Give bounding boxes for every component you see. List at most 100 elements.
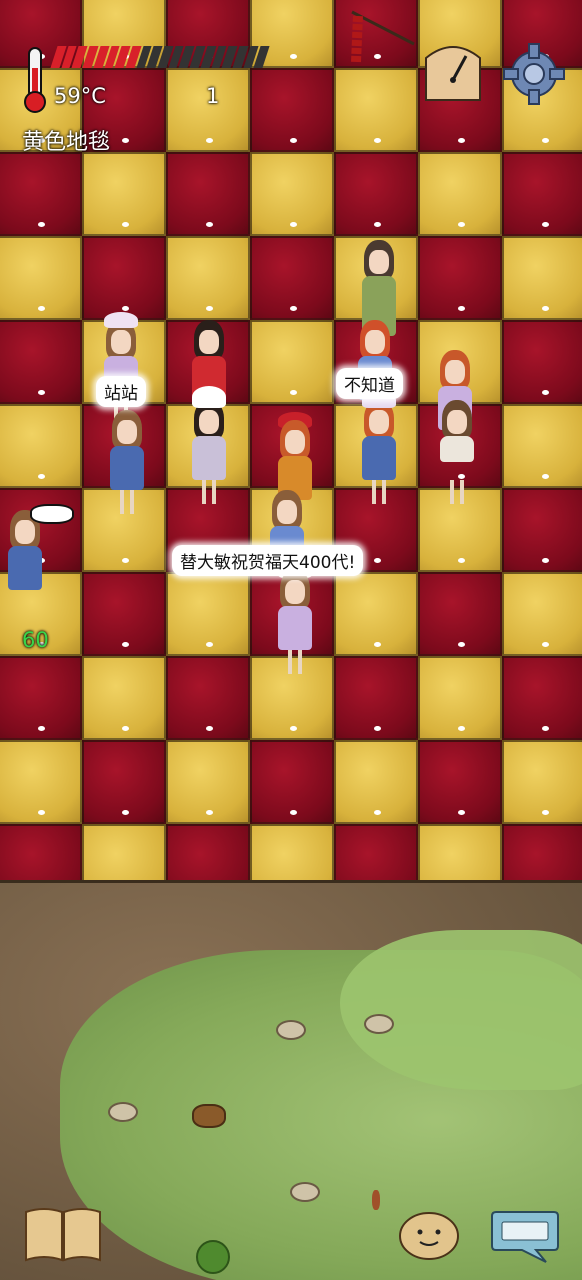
carpet-tile[interactable]: [334, 656, 418, 740]
carpet-tile[interactable]: [0, 740, 82, 824]
tile-marker: [206, 642, 213, 647]
book-icon[interactable]: [24, 1206, 102, 1262]
player-character[interactable]: [354, 392, 404, 510]
carpet-tile[interactable]: [82, 152, 166, 236]
firecracker-icon[interactable]: [346, 8, 416, 64]
player-character[interactable]: [432, 400, 482, 510]
carpet-tile[interactable]: [334, 68, 418, 152]
carpet-tile[interactable]: [0, 152, 82, 236]
player-character[interactable]: [270, 562, 320, 680]
carpet-tile[interactable]: [82, 572, 166, 656]
tile-marker: [542, 726, 549, 731]
carpet-tile[interactable]: [82, 740, 166, 824]
carpet-tile[interactable]: [502, 236, 582, 320]
carpet-tile[interactable]: [502, 404, 582, 488]
carpet-tile[interactable]: [502, 320, 582, 404]
carpet-tile[interactable]: [82, 236, 166, 320]
tile-marker: [290, 138, 297, 143]
carpet-tile[interactable]: [334, 572, 418, 656]
tile-marker: [458, 138, 465, 143]
carpet-tile[interactable]: [250, 740, 334, 824]
basket-item[interactable]: [192, 1104, 226, 1128]
location-label: 黄色地毯: [22, 130, 111, 155]
carpet-tile[interactable]: [334, 152, 418, 236]
player-character[interactable]: [102, 410, 152, 520]
carpet-tile[interactable]: [250, 152, 334, 236]
speech-bubble: 站站: [96, 376, 146, 407]
tile-marker: [290, 726, 297, 731]
berry-bush[interactable]: [196, 1240, 230, 1274]
tile-marker: [374, 726, 381, 731]
speech-bubble: 不知道: [336, 368, 403, 399]
carpet-tile[interactable]: [418, 656, 502, 740]
cow-animal[interactable]: [30, 504, 74, 524]
emote-face-icon[interactable]: [398, 1206, 460, 1260]
carpet-tile[interactable]: [82, 656, 166, 740]
carpet-tile[interactable]: [250, 320, 334, 404]
tile-marker: [542, 222, 549, 227]
tile-marker: [458, 306, 465, 311]
mouse-critter[interactable]: [290, 1182, 320, 1202]
carpet-tile[interactable]: [0, 656, 82, 740]
carpet-tile[interactable]: [0, 404, 82, 488]
carpet-tile[interactable]: [166, 572, 250, 656]
tile-marker: [206, 810, 213, 815]
carpet-tile[interactable]: [502, 740, 582, 824]
player-character[interactable]: [0, 510, 50, 620]
tile-marker: [542, 642, 549, 647]
tile-marker: [542, 390, 549, 395]
tile-marker: [206, 222, 213, 227]
carpet-tile[interactable]: [166, 236, 250, 320]
tile-marker: [122, 558, 129, 563]
tile-marker: [290, 306, 297, 311]
tile-marker: [122, 726, 129, 731]
tile-marker: [374, 558, 381, 563]
tile-marker: [374, 642, 381, 647]
carpet-tile[interactable]: [502, 152, 582, 236]
age-counter: 1: [206, 84, 220, 108]
game-world[interactable]: 站站 不知道 替大敏祝贺福天400代!: [0, 0, 582, 1280]
carpet-tile[interactable]: [250, 68, 334, 152]
tile-marker: [458, 642, 465, 647]
carpet-tile[interactable]: [418, 740, 502, 824]
carpet-tile[interactable]: [166, 68, 250, 152]
carpet-tile[interactable]: [418, 572, 502, 656]
carpet-tile[interactable]: [502, 656, 582, 740]
tile-marker: [458, 558, 465, 563]
player-character[interactable]: [184, 386, 234, 510]
keyboard-icon[interactable]: [490, 1208, 560, 1264]
carpet-tile[interactable]: [418, 236, 502, 320]
carpet-tile[interactable]: [166, 740, 250, 824]
carpet-tile[interactable]: [166, 656, 250, 740]
tile-marker: [542, 474, 549, 479]
carpet-tile[interactable]: [418, 152, 502, 236]
thermometer-icon: [22, 46, 48, 114]
compass-icon[interactable]: [420, 40, 486, 106]
tile-marker: [122, 222, 129, 227]
gear-icon[interactable]: [500, 40, 568, 108]
tile-marker: [38, 306, 45, 311]
tile-marker: [374, 810, 381, 815]
carpet-tile[interactable]: [0, 320, 82, 404]
tile-marker: [38, 390, 45, 395]
mouse-critter[interactable]: [108, 1102, 138, 1122]
stake-item[interactable]: [372, 1190, 380, 1210]
tile-marker: [122, 138, 129, 143]
tile-marker: [38, 474, 45, 479]
tile-marker: [290, 390, 297, 395]
food-meter: [50, 46, 270, 68]
mouse-critter[interactable]: [364, 1014, 394, 1034]
tile-marker: [38, 810, 45, 815]
carpet-tile[interactable]: [334, 740, 418, 824]
tile-marker: [290, 54, 297, 59]
tile-marker: [122, 810, 129, 815]
tile-marker: [542, 306, 549, 311]
tile-marker: [542, 558, 549, 563]
tile-marker: [290, 810, 297, 815]
carpet-tile[interactable]: [166, 152, 250, 236]
carpet-tile[interactable]: [502, 488, 582, 572]
carpet-tile[interactable]: [0, 236, 82, 320]
mouse-critter[interactable]: [276, 1020, 306, 1040]
carpet-tile[interactable]: [250, 236, 334, 320]
carpet-tile[interactable]: [502, 572, 582, 656]
